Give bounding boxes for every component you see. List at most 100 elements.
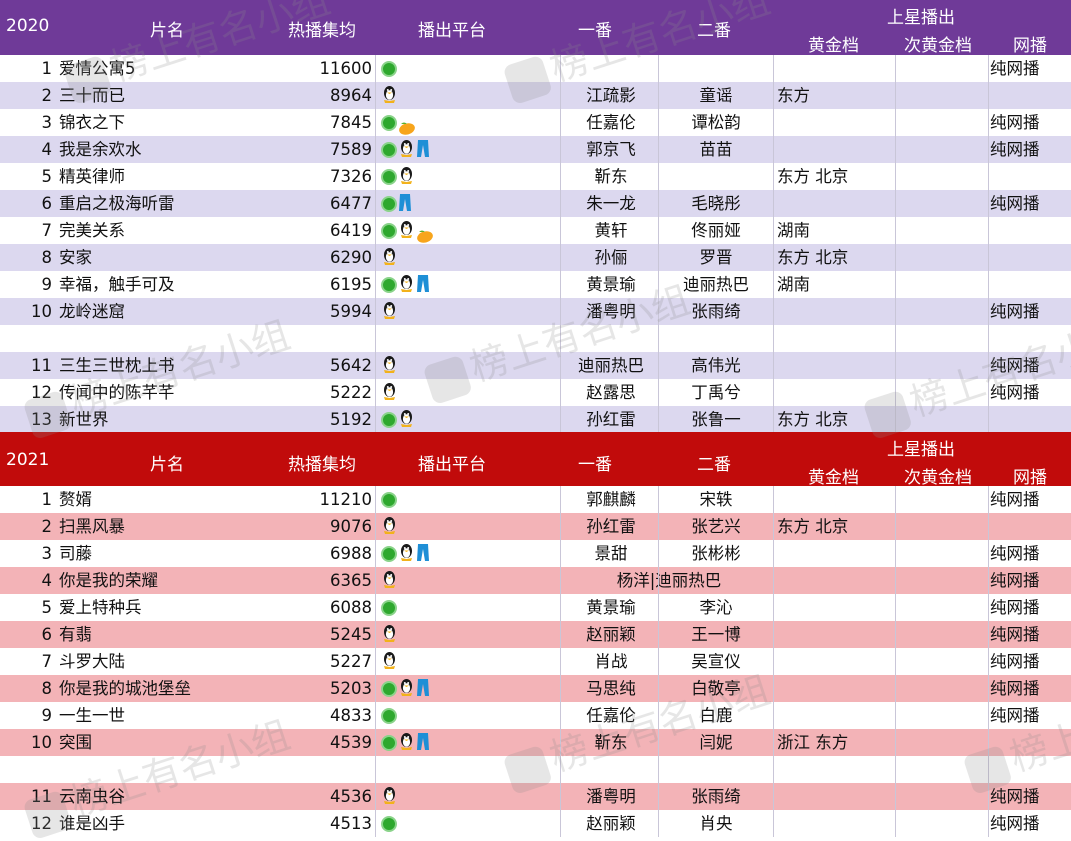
col-net-header: 网播	[1013, 468, 1047, 488]
rank-cell: 5	[41, 598, 53, 617]
title-cell: 扫黑风暴	[59, 517, 125, 536]
subgold-cell	[897, 325, 987, 352]
col-subgold-header: 次黄金档	[904, 36, 972, 56]
title-cell: 司藤	[59, 544, 92, 563]
rank-cell: 6	[41, 194, 53, 213]
subgold-cell	[897, 729, 987, 756]
iqiyi-icon	[381, 60, 397, 77]
platform-cell	[381, 729, 561, 756]
net-cell: 纯网播	[990, 490, 1040, 509]
iqiyi-icon	[381, 195, 397, 212]
youku-icon	[416, 139, 430, 158]
iqiyi-icon	[381, 680, 397, 697]
platform-cell	[381, 675, 561, 702]
lead2-cell: 宋轶	[699, 490, 733, 509]
tencent-icon	[381, 570, 398, 589]
subgold-cell	[897, 217, 987, 244]
title-cell: 新世界	[59, 410, 109, 429]
title-cell: 三十而已	[59, 86, 125, 105]
platform-cell	[381, 244, 561, 271]
iqiyi-icon	[381, 599, 397, 616]
grid-line	[988, 486, 989, 837]
heat-cell: 4833	[330, 706, 372, 725]
iqiyi-icon	[381, 545, 397, 562]
net-cell	[990, 217, 1068, 244]
lead2-cell: 苗苗	[699, 140, 733, 159]
lead2-cell: 白敬亭	[691, 679, 741, 698]
rank-cell: 5	[41, 167, 53, 186]
table-row: 7 完美关系 6419 黄轩 佟丽娅 湖南	[0, 217, 1071, 244]
title-cell: 突围	[59, 733, 92, 752]
subgold-cell	[897, 783, 987, 810]
iqiyi-icon	[381, 114, 397, 131]
heat-cell: 5245	[330, 625, 372, 644]
tencent-icon	[398, 274, 415, 293]
platform-cell	[381, 163, 561, 190]
lead1-cell: 景甜	[594, 544, 628, 563]
lead1-cell: 赵丽颖	[586, 625, 636, 644]
tencent-icon	[398, 678, 415, 697]
rank-cell: 11	[31, 787, 52, 806]
gold-cell: 湖南	[777, 221, 810, 240]
lead2-cell	[660, 55, 772, 82]
youku-icon	[416, 543, 430, 562]
rank-cell: 12	[31, 383, 52, 402]
table-row: 8 安家 6290 孙俪 罗晋 东方 北京	[0, 244, 1071, 271]
net-cell: 纯网播	[990, 383, 1040, 402]
gold-cell	[777, 648, 895, 675]
lead2-cell: 吴宣仪	[691, 652, 741, 671]
grid-line	[895, 55, 896, 433]
table-row: 8 你是我的城池堡垒 5203 马思纯 白敬亭 纯网播	[0, 675, 1071, 702]
platform-cell	[381, 783, 561, 810]
platform-cell	[381, 136, 561, 163]
tencent-icon	[381, 382, 398, 401]
platform-cell	[381, 621, 561, 648]
header-2020: 2020 片名 热播集均 播出平台 一番 二番 上星播出 黄金档 次黄金档 网播	[0, 0, 1071, 56]
lead1-cell	[565, 55, 657, 82]
iqiyi-icon	[381, 707, 397, 724]
rank-cell: 4	[41, 571, 53, 590]
platform-cell	[381, 271, 561, 298]
heat-cell: 5994	[330, 302, 372, 321]
heat-cell	[280, 325, 372, 352]
grid-line	[773, 486, 774, 837]
heat-cell: 4513	[330, 814, 372, 833]
lead1-cell: 靳东	[594, 733, 628, 752]
title-cell	[59, 756, 279, 783]
platform-cell	[381, 217, 561, 244]
heat-cell: 11210	[319, 490, 373, 509]
net-cell: 纯网播	[990, 544, 1040, 563]
platform-cell	[381, 567, 561, 594]
heat-cell: 7845	[330, 113, 372, 132]
title-cell: 传闻中的陈芊芊	[59, 383, 175, 402]
gold-cell	[777, 109, 895, 136]
lead1-cell: 孙红雷	[586, 517, 636, 536]
platform-cell	[381, 486, 561, 513]
col-subgold-header: 次黄金档	[904, 468, 972, 488]
lead1-cell: 黄景瑜	[586, 598, 636, 617]
title-cell: 幸福，触手可及	[59, 275, 175, 294]
grid-line	[375, 55, 376, 433]
rank-cell: 2	[41, 517, 53, 536]
platform-cell	[381, 513, 561, 540]
lead1-cell: 郭京飞	[586, 140, 636, 159]
lead2-cell: 李沁	[699, 598, 733, 617]
heat-cell: 6088	[330, 598, 372, 617]
gold-cell	[777, 783, 895, 810]
net-cell: 纯网播	[990, 113, 1040, 132]
subgold-cell	[897, 244, 987, 271]
table-row: 7 斗罗大陆 5227 肖战 吴宣仪 纯网播	[0, 648, 1071, 675]
col-lead1-header: 一番	[578, 455, 612, 475]
table-row: 13 新世界 5192 孙红雷 张鲁一 东方 北京	[0, 406, 1071, 433]
platform-cell	[381, 298, 561, 325]
gold-cell: 东方 北京	[777, 167, 849, 186]
subgold-cell	[897, 567, 987, 594]
lead1-cell: 孙俪	[594, 248, 628, 267]
platform-cell	[381, 379, 561, 406]
subgold-cell	[897, 163, 987, 190]
col-lead2-header: 二番	[697, 21, 731, 41]
lead2-cell	[660, 756, 772, 783]
tencent-icon	[398, 139, 415, 158]
title-cell: 我是余欢水	[59, 140, 142, 159]
lead1-cell: 任嘉伦	[586, 706, 636, 725]
